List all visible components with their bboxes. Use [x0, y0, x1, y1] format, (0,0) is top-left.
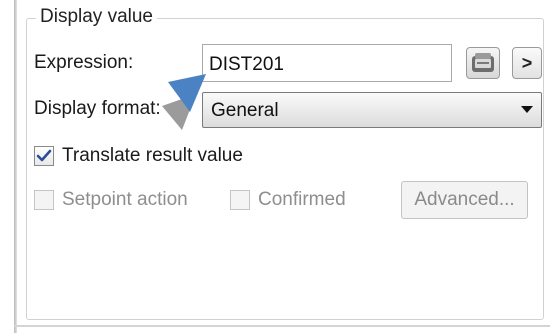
expression-more-button[interactable]: >	[512, 47, 542, 79]
panel-bottom-border	[14, 325, 550, 327]
setpoint-checkbox[interactable]	[34, 190, 54, 210]
translate-label: Translate result value	[62, 145, 243, 166]
expression-editor-icon	[472, 53, 494, 72]
display-format-select[interactable]: General	[202, 92, 542, 128]
display-format-label: Display format:	[34, 98, 161, 119]
chevron-right-icon: >	[521, 52, 533, 73]
chevron-down-icon	[521, 106, 533, 113]
group-legend: Display value	[36, 6, 157, 28]
confirmed-checkbox[interactable]	[230, 190, 250, 210]
expression-editor-button[interactable]	[466, 47, 500, 79]
expression-input[interactable]: DIST201	[202, 44, 452, 82]
display-format-value: General	[211, 100, 279, 121]
pointer-arrow-icon	[162, 74, 206, 130]
advanced-button[interactable]: Advanced...	[401, 181, 528, 219]
checkmark-icon	[36, 149, 52, 162]
expression-label: Expression:	[34, 52, 134, 73]
setpoint-label: Setpoint action	[62, 189, 188, 210]
dialog-panel: Display value Expression: DIST201 > Disp…	[0, 0, 550, 333]
panel-left-border	[14, 0, 17, 333]
confirmed-label: Confirmed	[258, 189, 346, 210]
translate-checkbox[interactable]	[34, 146, 54, 166]
